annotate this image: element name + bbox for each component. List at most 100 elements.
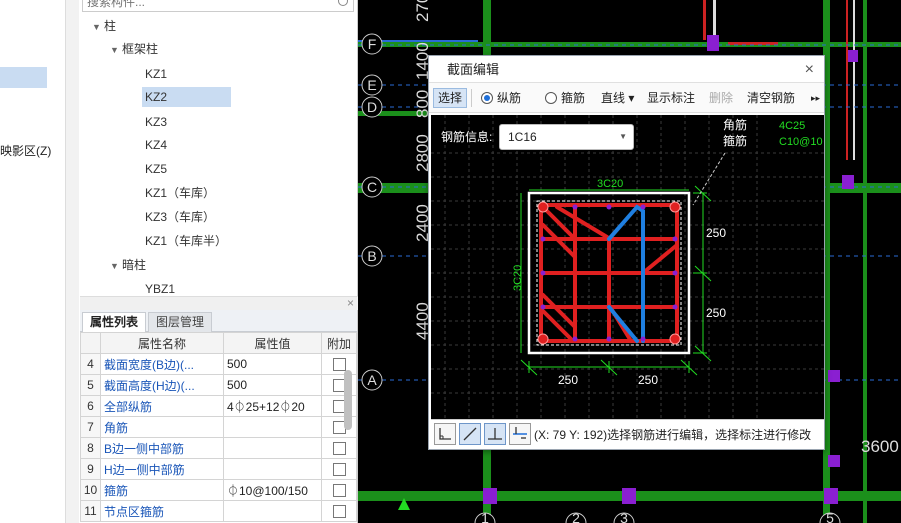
dialog-toolbar: 选择 纵筋 箍筋 直线 ▾ 显示标注 删除 清空钢筋 ▸▸ (429, 83, 824, 113)
perpendicular-mode-icon[interactable] (484, 423, 506, 445)
column-mark (848, 50, 858, 62)
svg-text:2: 2 (572, 510, 580, 523)
rebar-info-select[interactable]: 1C16 ▼ (499, 124, 634, 150)
tree-node-hidden-column[interactable]: ▼ 暗柱 (110, 255, 146, 275)
search-icon[interactable] (338, 0, 348, 6)
more-tools-icon[interactable]: ▸▸ (811, 88, 820, 108)
header-no (80, 332, 101, 354)
snap-mode-icon[interactable] (509, 423, 531, 445)
property-panel: 属性列表 图层管理 属性名称 属性值 附加 4 截面宽度(B边)(... 500 5… (80, 310, 358, 523)
tree-search-input[interactable] (83, 0, 323, 11)
close-icon[interactable]: × (805, 56, 814, 83)
table-row[interactable]: 11 节点区箍筋 (80, 500, 357, 522)
svg-text:D: D (367, 99, 377, 115)
tree-node-kz1[interactable]: KZ1 (145, 64, 167, 84)
clear-rebar-button[interactable]: 清空钢筋 (747, 88, 795, 108)
table-row[interactable]: 9 H边一侧中部筋 (80, 458, 357, 480)
tab-layer-management[interactable]: 图层管理 (148, 312, 213, 332)
dim-bottom-1: 250 (558, 373, 578, 387)
rebar-info-label: 钢筋信息: (441, 130, 493, 144)
line-dropdown[interactable]: 直线 ▾ (601, 88, 634, 108)
table-row[interactable]: 10 箍筋 ⏀10@100/150 (80, 479, 357, 501)
panel-divider: × (80, 296, 358, 310)
left-scrollbar[interactable] (65, 0, 79, 523)
tree-node-kz3-garage[interactable]: KZ3（车库） (145, 207, 215, 227)
axis-bubble-B: B (361, 245, 383, 267)
tree-node-ybz1[interactable]: YBZ1 (145, 279, 175, 296)
red-stirrups (539, 203, 679, 343)
column-mark (483, 488, 497, 504)
checkbox[interactable] (332, 505, 346, 519)
radio-checked-icon[interactable] (481, 92, 493, 104)
toolbar-separator (471, 89, 472, 107)
section-drawing: 3C20 3C20 250 250 250 250 角筋 箍筋 4C25 C10… (431, 115, 824, 419)
dim-right-1: 250 (706, 226, 726, 240)
dialog-title-bar[interactable]: 截面编辑 × (429, 56, 824, 83)
svg-text:B: B (367, 248, 376, 264)
beam-line (713, 0, 716, 40)
radio-unchecked-icon[interactable] (545, 92, 557, 104)
tree-node-kz5[interactable]: KZ5 (145, 159, 167, 179)
tree-node-kz3[interactable]: KZ3 (145, 112, 167, 132)
longitudinal-radio[interactable]: 纵筋 (481, 88, 521, 108)
table-row[interactable]: 4 截面宽度(B边)(... 500 (80, 353, 357, 375)
column-mark (842, 175, 854, 189)
axis-bubble-2: 2 (565, 510, 587, 523)
table-row[interactable]: 6 全部纵筋 4⏀25+12⏀20 (80, 395, 357, 417)
property-scrollbar-thumb[interactable] (344, 370, 352, 430)
left-nav-selected-item[interactable] (0, 67, 47, 88)
left-spec-label: 3C20 (512, 265, 524, 291)
property-table-header: 属性名称 属性值 附加 (80, 332, 357, 354)
chevron-down-icon: ▾ (628, 91, 635, 105)
tree-search-box[interactable] (82, 0, 354, 12)
stirrup-value: C10@10 (779, 136, 823, 148)
expand-arrow-icon[interactable]: ▼ (92, 17, 104, 37)
tree-node-kz2[interactable]: KZ2 (142, 87, 231, 107)
canvas-grid (431, 115, 824, 419)
column-mark (622, 488, 636, 504)
tree-node-column[interactable]: ▼ 柱 (92, 16, 116, 36)
beam-line (846, 0, 848, 160)
tab-property-list[interactable]: 属性列表 (82, 312, 147, 332)
corner-bar-label: 角筋 (723, 117, 747, 132)
column-mark (824, 488, 838, 504)
orthogonal-mode-icon[interactable] (434, 423, 456, 445)
checkbox[interactable] (332, 463, 346, 477)
delete-button[interactable]: 删除 (709, 88, 733, 108)
close-icon[interactable]: × (347, 296, 354, 310)
svg-text:3: 3 (620, 510, 628, 523)
stirrup-radio[interactable]: 箍筋 (545, 88, 585, 108)
table-row[interactable]: 5 截面高度(H边)(... 500 (80, 374, 357, 396)
oblique-mode-icon[interactable] (459, 423, 481, 445)
select-button[interactable]: 选择 (433, 88, 468, 108)
table-row[interactable]: 7 角筋 (80, 416, 357, 438)
expand-arrow-icon[interactable]: ▼ (110, 256, 122, 276)
expand-arrow-icon[interactable]: ▼ (110, 40, 122, 60)
dim-text: 3600 (861, 437, 899, 456)
tree-node-kz4[interactable]: KZ4 (145, 135, 167, 155)
show-annotation-button[interactable]: 显示标注 (647, 88, 695, 108)
beam-line (853, 0, 855, 160)
svg-text:5: 5 (826, 510, 834, 523)
property-table: 属性名称 属性值 附加 4 截面宽度(B边)(... 500 5 截面高度(H边)(.… (80, 332, 357, 522)
left-nav-cut-label[interactable]: 映影区(Z) (0, 142, 51, 159)
header-property-name: 属性名称 (100, 332, 224, 354)
checkbox[interactable] (332, 484, 346, 498)
tree-node-frame-column[interactable]: ▼ 框架柱 (110, 39, 158, 59)
beam-line (703, 0, 706, 40)
svg-text:A: A (367, 372, 377, 388)
checkbox[interactable] (332, 442, 346, 456)
axis-bubble-F: F (361, 33, 383, 55)
table-row[interactable]: 8 B边一侧中部筋 (80, 437, 357, 459)
property-tabs: 属性列表 图层管理 (80, 310, 357, 332)
dim-right-2: 250 (706, 306, 726, 320)
axis-bubble-C: C (361, 176, 383, 198)
axis-bubble-D: D (361, 96, 383, 118)
status-text: (X: 79 Y: 192)选择钢筋进行编辑，选择标注进行修改 (534, 428, 812, 442)
tree-node-kz1-garage[interactable]: KZ1（车库） (145, 183, 215, 203)
tree-node-kz1-garage-half[interactable]: KZ1（车库半） (145, 231, 227, 251)
section-canvas[interactable]: 3C20 3C20 250 250 250 250 角筋 箍筋 4C25 C10… (431, 115, 824, 419)
svg-text:E: E (367, 77, 376, 93)
checkbox[interactable] (332, 358, 346, 372)
axis-bubble-1: 1 (474, 510, 496, 523)
